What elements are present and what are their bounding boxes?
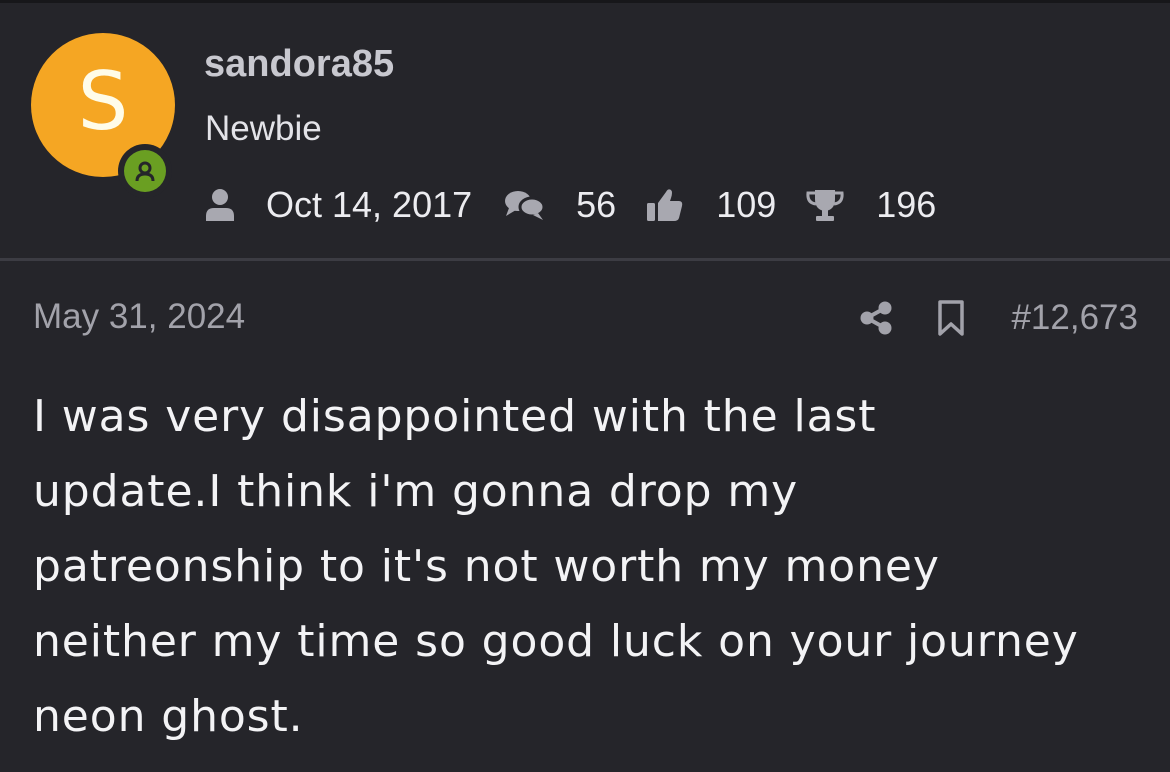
post-body: I was very disappointed with the last up… [33, 391, 1079, 742]
header-divider [0, 258, 1170, 261]
username-link[interactable]: sandora85 [204, 43, 394, 86]
chat-bubbles-icon [504, 189, 546, 221]
share-icon[interactable] [856, 300, 896, 336]
trophy-points: 196 [876, 184, 937, 225]
post-number-link[interactable]: #12,673 [1011, 298, 1138, 338]
user-status-icon [124, 150, 166, 192]
avatar-letter: S [77, 55, 129, 148]
user-title: Newbie [205, 109, 322, 148]
user-icon [204, 188, 236, 222]
post-date-link[interactable]: May 31, 2024 [33, 297, 245, 337]
message-count: 56 [576, 184, 617, 225]
joined-date: Oct 14, 2017 [266, 184, 473, 225]
trophy-icon [806, 188, 844, 222]
user-stats: Oct 14, 2017 56 109 196 [204, 181, 936, 229]
thumbs-up-icon [646, 188, 684, 222]
online-status-badge [118, 144, 172, 198]
bookmark-icon[interactable] [936, 300, 966, 336]
reaction-score: 109 [716, 184, 777, 225]
post-actions: #12,673 [856, 294, 1138, 342]
post-author-header: S sandora85 Newbie Oct 14, 2017 56 109 1… [0, 3, 1170, 258]
